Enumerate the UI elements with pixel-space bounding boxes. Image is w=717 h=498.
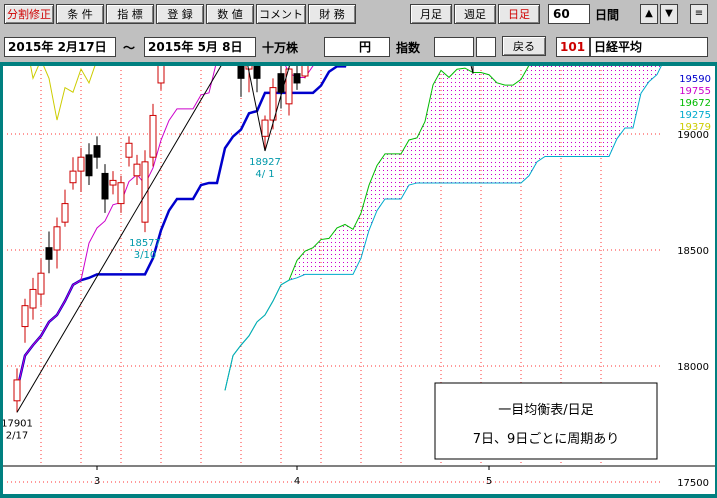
cloud-area [225, 0, 689, 391]
period-count-value: 60 [553, 7, 570, 21]
weekly-button[interactable]: 週足 [454, 4, 496, 24]
candle-body [61, 203, 69, 223]
y-tick-label: 18500 [677, 246, 709, 257]
legend-value: 19275 [679, 110, 711, 121]
monthly-button[interactable]: 月足 [410, 4, 452, 24]
up-arrow-icon[interactable]: ▲ [640, 4, 658, 24]
candle-body [13, 379, 21, 402]
candle-body [37, 272, 45, 295]
annotation-price: 17901 [3, 418, 33, 429]
candle-body [77, 156, 85, 172]
candle-body [101, 172, 109, 200]
legend-value: 19755 [679, 86, 711, 97]
x-tick-label: 3 [94, 476, 100, 487]
candle-body [29, 288, 37, 309]
annotation-price: 18927 [249, 157, 281, 168]
legend-value: 19379 [679, 122, 711, 133]
candle-body [109, 179, 117, 186]
back-button[interactable]: 戻る [502, 36, 546, 56]
menu-icon[interactable]: ≡ [690, 4, 708, 24]
candle-body [133, 163, 141, 177]
end-date-field[interactable]: 2015年 5月 8日 [144, 37, 256, 57]
start-date-field[interactable]: 2015年 2月17日 [4, 37, 116, 57]
candle-body [85, 154, 93, 177]
legend-value: 19672 [679, 98, 711, 109]
candle-body [125, 142, 133, 158]
currency-select[interactable]: 円 [324, 37, 390, 57]
candle-body [117, 182, 125, 205]
index-field-2[interactable] [476, 37, 496, 57]
period-count-select[interactable]: 60 [548, 4, 590, 24]
index-field-1[interactable] [434, 37, 474, 57]
period-unit-label: 日間 [595, 8, 620, 22]
condition-button[interactable]: 条 件 [56, 4, 104, 24]
wave-line [16, 0, 474, 413]
candle-body [253, 8, 261, 79]
candle-body [301, 59, 309, 77]
candle-body [149, 114, 157, 158]
annotation-date: 3/10 [134, 250, 156, 261]
toolbar: 分割修正 条 件 指 標 登 録 数 値 コメント 財 務 月足 週足 日足 6… [0, 0, 717, 30]
name-field[interactable]: 日経平均 [590, 37, 708, 57]
comment-button[interactable]: コメント [256, 4, 306, 24]
unit-label: 十万株 [262, 41, 299, 55]
index-label: 指数 [396, 41, 421, 55]
finance-button[interactable]: 財 務 [308, 4, 356, 24]
indicator-button[interactable]: 指 標 [106, 4, 154, 24]
currency-value: 円 [358, 40, 371, 54]
candle-body [45, 247, 53, 260]
candle-body [245, 59, 253, 70]
annotation-date: 4/ 1 [255, 169, 274, 180]
candle-body [157, 54, 165, 84]
note-text: 7日、9日ごとに周期あり [473, 431, 620, 447]
split-adjust-button[interactable]: 分割修正 [4, 4, 54, 24]
y-tick-label: 17500 [677, 478, 709, 489]
x-tick-label: 5 [486, 476, 492, 487]
chart-area: 175001800018500190001950020000345179012/… [1, 0, 715, 494]
code-field[interactable]: 101 [556, 37, 590, 57]
legend-value: 19590 [679, 74, 711, 85]
register-button[interactable]: 登 録 [156, 4, 204, 24]
candle-body [237, 49, 245, 79]
y-tick-label: 18000 [677, 362, 709, 373]
ichimoku-chart: 175001800018500190001950020000345179012/… [1, 0, 715, 489]
daily-button[interactable]: 日足 [498, 4, 540, 24]
candle-body [93, 145, 101, 158]
annotation-date: 2/17 [6, 430, 28, 441]
note-box [434, 382, 658, 460]
range-separator: 〜 [123, 41, 136, 55]
down-arrow-icon[interactable]: ▼ [660, 4, 678, 24]
candle-body [53, 226, 61, 251]
base-line [15, 0, 417, 391]
note-title: 一目均衡表/日足 [498, 403, 593, 418]
annotation-price: 18577 [129, 238, 161, 249]
candle-body [293, 73, 301, 84]
candle-body [261, 119, 269, 137]
x-tick-label: 4 [294, 476, 300, 487]
values-button[interactable]: 数 値 [206, 4, 254, 24]
candle-body [69, 170, 77, 184]
candle-body [21, 305, 29, 328]
